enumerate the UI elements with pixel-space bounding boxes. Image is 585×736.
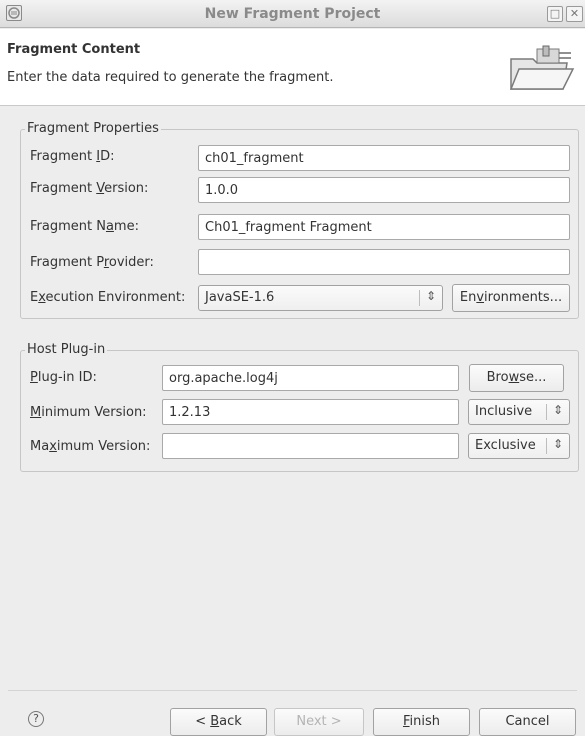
page-description: Enter the data required to generate the …	[7, 70, 334, 85]
plugin-id-input[interactable]	[162, 365, 459, 391]
minimum-version-input[interactable]	[162, 399, 459, 425]
wizard-header: Fragment Content Enter the data required…	[0, 29, 585, 106]
maximum-version-mode-select[interactable]: Exclusive ⇕	[468, 433, 570, 459]
next-button[interactable]: Next >	[274, 708, 364, 736]
browse-button[interactable]: Browse...	[469, 364, 564, 392]
fragment-provider-input[interactable]	[198, 249, 570, 275]
back-button[interactable]: < Back	[170, 708, 267, 736]
updown-arrow-icon: ⇕	[425, 289, 437, 303]
page-title: Fragment Content	[7, 42, 141, 57]
plugin-id-label: Plug-in ID:	[30, 370, 97, 385]
minimum-version-mode-select[interactable]: Inclusive ⇕	[468, 399, 570, 425]
minimum-version-mode-value: Inclusive	[475, 404, 533, 419]
updown-arrow-icon: ⇕	[552, 403, 564, 417]
finish-button[interactable]: Finish	[373, 708, 470, 736]
folder-wizard-icon	[509, 45, 575, 90]
fragment-name-input[interactable]	[198, 214, 570, 240]
footer-separator	[8, 690, 577, 691]
minimum-version-label: Minimum Version:	[30, 405, 147, 420]
fragment-version-label: Fragment Version:	[30, 181, 149, 196]
execution-environment-value: JavaSE-1.6	[205, 290, 275, 305]
fragment-name-label: Fragment Name:	[30, 219, 139, 234]
fragment-provider-label: Fragment Provider:	[30, 255, 154, 270]
window-title: New Fragment Project	[204, 6, 381, 22]
group-legend: Host Plug-in	[25, 342, 108, 358]
execution-environment-label: Execution Environment:	[30, 290, 186, 305]
execution-environment-select[interactable]: JavaSE-1.6 ⇕	[198, 285, 443, 311]
maximum-version-mode-value: Exclusive	[475, 438, 536, 453]
maximum-version-input[interactable]	[162, 433, 459, 459]
maximize-icon[interactable]: □	[547, 6, 563, 22]
updown-arrow-icon: ⇕	[552, 437, 564, 451]
group-legend: Fragment Properties	[25, 121, 161, 137]
maximum-version-label: Maximum Version:	[30, 439, 151, 454]
fragment-version-input[interactable]	[198, 177, 570, 203]
close-icon[interactable]: ✕	[566, 6, 583, 22]
fragment-id-label: Fragment ID:	[30, 149, 115, 164]
fragment-id-input[interactable]	[198, 145, 570, 171]
title-bar: New Fragment Project □ ✕	[0, 0, 585, 28]
help-icon[interactable]: ?	[28, 711, 44, 727]
cancel-button[interactable]: Cancel	[479, 708, 576, 736]
environments-button[interactable]: Environments...	[452, 284, 570, 312]
